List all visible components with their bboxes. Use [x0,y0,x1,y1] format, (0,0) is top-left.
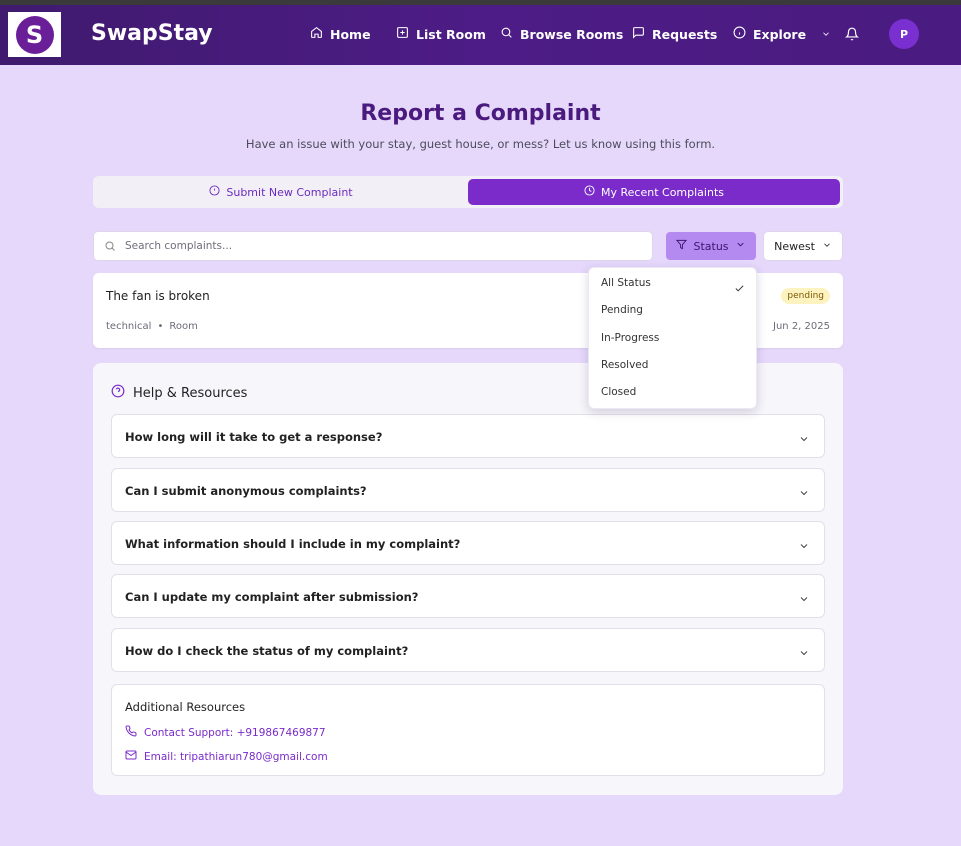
tab-recent-complaints[interactable]: My Recent Complaints [468,179,840,205]
info-icon [209,185,220,199]
chevron-down-icon [821,27,831,42]
home-icon [310,26,323,42]
bell-icon [844,26,860,45]
help-heading: Help & Resources [111,384,247,402]
contact-support-text: Contact Support: +919867469877 [144,726,326,739]
search-input[interactable] [125,240,625,252]
chevron-down-icon [798,430,810,449]
status-filter-button[interactable]: Status [666,232,756,260]
status-option-resolved[interactable]: Resolved [601,359,648,371]
page-subtitle: Have an issue with your stay, guest hous… [245,137,716,151]
nav-home[interactable]: Home [310,26,371,42]
nav-explore-label: Explore [753,26,807,42]
chevron-down-icon [798,484,810,503]
sort-button[interactable]: Newest [763,231,843,261]
tab-recent-label: My Recent Complaints [601,185,724,199]
complaint-location: Room [169,321,198,332]
nav-requests-label: Requests [652,26,718,42]
faq-item[interactable]: How long will it take to get a response? [111,414,825,458]
faq-item[interactable]: Can I submit anonymous complaints? [111,468,825,512]
faq-item[interactable]: What information should I include in my … [111,521,825,565]
faq-question: How do I check the status of my complain… [125,644,409,658]
nav-browse-rooms-label: Browse Rooms [520,26,624,42]
check-icon [734,279,745,298]
help-title: Help & Resources [133,385,248,401]
tab-submit-complaint[interactable]: Submit New Complaint [96,179,466,205]
additional-resources: Additional Resources Contact Support: +9… [111,684,825,776]
chevron-down-icon [822,240,832,253]
complaint-date: Jun 2, 2025 [773,321,830,332]
plus-square-icon [396,26,409,42]
help-resources-panel: Help & Resources How long will it take t… [93,363,843,795]
tab-submit-label: Submit New Complaint [226,185,353,199]
nav-requests[interactable]: Requests [632,26,717,42]
faq-item[interactable]: Can I update my complaint after submissi… [111,574,825,618]
info-icon [733,26,746,42]
clock-icon [584,185,595,199]
faq-question: Can I submit anonymous complaints? [125,484,367,498]
email-text: Email: tripathiarun780@gmail.com [144,750,328,763]
meta-separator: • [157,321,164,332]
complaint-title: The fan is broken [106,289,210,303]
message-icon [632,26,645,42]
avatar[interactable]: P [889,19,919,49]
chevron-down-icon [798,537,810,556]
navbar: S SwapStay Home List Room Browse Rooms R… [0,5,961,65]
status-dropdown-menu: All Status Pending In-Progress Resolved … [588,267,757,409]
chevron-down-icon [798,644,810,663]
search-icon [500,26,513,42]
status-option-pending[interactable]: Pending [601,304,643,316]
nav-browse-rooms[interactable]: Browse Rooms [500,26,623,42]
email-link[interactable]: Email: tripathiarun780@gmail.com [125,749,328,764]
status-filter-label: Status [693,239,729,253]
search-icon [104,237,116,256]
status-option-in-progress[interactable]: In-Progress [601,332,659,344]
nav-home-label: Home [330,26,371,42]
status-option-closed[interactable]: Closed [601,386,636,398]
chevron-down-icon [735,239,746,253]
filter-icon [676,239,688,253]
contact-support-link[interactable]: Contact Support: +919867469877 [125,725,326,740]
mail-icon [125,749,137,764]
chevron-down-icon [798,590,810,609]
faq-question: How long will it take to get a response? [125,430,383,444]
resources-title: Additional Resources [125,700,246,714]
sort-label: Newest [774,239,815,253]
faq-question: Can I update my complaint after submissi… [125,590,419,604]
brand-name[interactable]: SwapStay [91,21,213,46]
nav-explore[interactable]: Explore [733,26,831,42]
complaint-category: technical [106,321,152,332]
status-option-all[interactable]: All Status [601,277,651,289]
notifications-button[interactable] [844,26,860,45]
nav-list-room[interactable]: List Room [396,26,486,42]
help-circle-icon [111,384,125,402]
complaint-tabs: Submit New Complaint My Recent Complaint… [93,176,843,208]
logo[interactable]: S [8,12,61,57]
page-title: Report a Complaint [360,101,601,126]
logo-mark: S [15,15,54,54]
status-badge: pending [781,288,830,304]
nav-list-room-label: List Room [416,26,486,42]
faq-item[interactable]: How do I check the status of my complain… [111,628,825,672]
search-bar [93,231,653,261]
complaint-meta: technical • Room [106,321,198,332]
phone-icon [125,725,137,740]
faq-question: What information should I include in my … [125,537,461,551]
